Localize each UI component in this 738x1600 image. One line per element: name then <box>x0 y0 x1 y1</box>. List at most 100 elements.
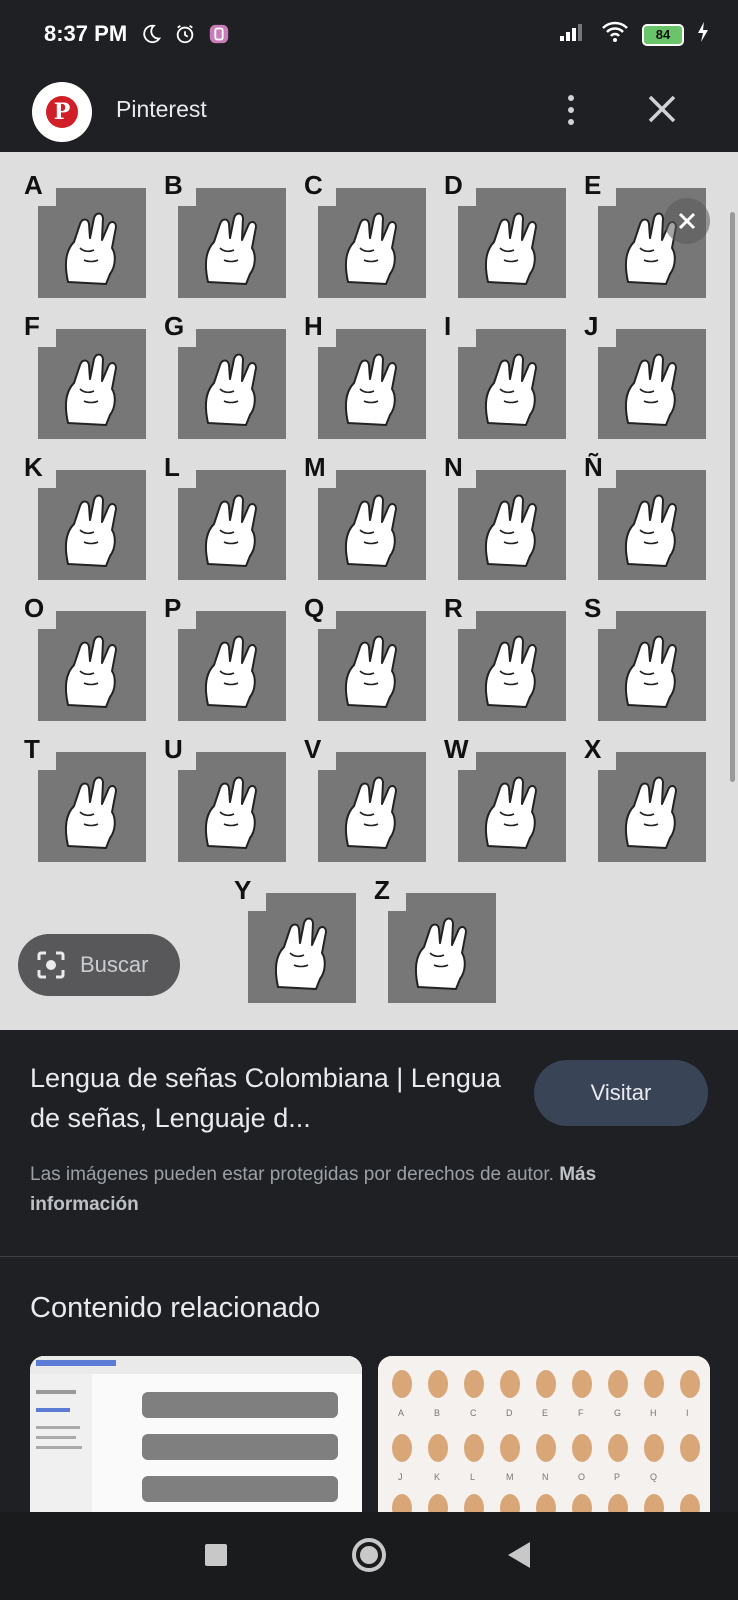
hand-sign-icon <box>610 486 694 570</box>
sign-letter: F <box>24 311 40 341</box>
lens-search-button[interactable]: Buscar <box>18 934 180 996</box>
copyright-notice: Las imágenes pueden estar protegidas por… <box>30 1160 710 1220</box>
svg-text:G: G <box>614 1408 621 1418</box>
sign-y: Y <box>230 875 356 1007</box>
related-content-title: Contenido relacionado <box>30 1292 321 1324</box>
related-card[interactable] <box>30 1356 362 1516</box>
sign-letter: Y <box>234 875 252 905</box>
signal-icon <box>558 21 588 48</box>
svg-text:M: M <box>506 1472 514 1482</box>
wifi-icon <box>600 20 630 49</box>
related-thumbnail <box>30 1356 362 1516</box>
pinterest-logo-letter: P <box>46 96 78 128</box>
close-icon <box>648 95 676 123</box>
hand-sign-icon <box>190 204 274 288</box>
svg-text:E: E <box>542 1408 548 1418</box>
visit-button[interactable]: Visitar <box>534 1060 708 1126</box>
copyright-text: Las imágenes pueden estar protegidas por… <box>30 1164 554 1185</box>
sign-letter: A <box>24 170 43 200</box>
sign-c: C <box>300 170 426 302</box>
pinterest-logo[interactable]: P <box>32 82 92 142</box>
sign-letter: P <box>164 593 182 623</box>
hand-sign-icon <box>610 345 694 429</box>
sign-letter: Ñ <box>584 452 603 482</box>
sign-letter: R <box>444 593 463 623</box>
hand-sign-icon <box>50 768 134 852</box>
hand-sign-icon <box>330 627 414 711</box>
svg-text:L: L <box>470 1472 475 1482</box>
lens-icon <box>37 951 65 979</box>
status-right-icons: 84 <box>558 20 710 49</box>
sign-d: D <box>440 170 566 302</box>
sign-u: U <box>160 734 286 866</box>
sign-letter: U <box>164 734 183 764</box>
sign-o: O <box>20 593 146 725</box>
source-name[interactable]: Pinterest <box>116 96 207 123</box>
sign-letter: T <box>24 734 40 764</box>
app-notification-icon <box>207 22 231 46</box>
more-options-button[interactable] <box>556 88 586 132</box>
hand-sign-icon <box>50 345 134 429</box>
sign-letter: D <box>444 170 463 200</box>
hand-sign-icon <box>610 627 694 711</box>
sign-letter: N <box>444 452 463 482</box>
image-scrollbar[interactable] <box>730 212 735 782</box>
hand-sign-icon <box>50 627 134 711</box>
hand-sign-icon <box>470 204 554 288</box>
hand-sign-icon <box>190 627 274 711</box>
status-time: 8:37 PM <box>44 21 128 46</box>
sign-letter: O <box>24 593 45 623</box>
sign-letter: S <box>584 593 602 623</box>
sign-letter: X <box>584 734 602 764</box>
sign-letter: H <box>304 311 323 341</box>
recents-button[interactable] <box>205 1544 227 1566</box>
svg-text:Q: Q <box>650 1472 657 1482</box>
hand-sign-icon <box>50 486 134 570</box>
sign-letter: L <box>164 452 180 482</box>
svg-text:P: P <box>614 1472 620 1482</box>
svg-text:H: H <box>650 1408 657 1418</box>
result-image[interactable]: A B C D E F G H I J K L M N Ñ O P Q R S T U V W X Y Z Buscar <box>0 152 738 1030</box>
viewer-header: P Pinterest <box>0 68 738 152</box>
svg-text:N: N <box>542 1472 549 1482</box>
sign-w: W <box>440 734 566 866</box>
svg-text:F: F <box>578 1408 584 1418</box>
related-card[interactable]: A B C D E F G H I J K L M N O P Q <box>378 1356 710 1516</box>
hand-sign-icon <box>190 345 274 429</box>
close-icon <box>678 212 696 230</box>
battery-indicator: 84 <box>642 23 684 46</box>
sign-r: R <box>440 593 566 725</box>
hand-sign-icon <box>470 768 554 852</box>
svg-text:K: K <box>434 1472 440 1482</box>
alarm-icon <box>173 22 197 46</box>
sign-ñ: Ñ <box>580 452 706 584</box>
hand-sign-icon <box>470 345 554 429</box>
sign-t: T <box>20 734 146 866</box>
hand-sign-icon <box>470 486 554 570</box>
back-button[interactable] <box>508 1542 530 1568</box>
home-icon <box>360 1546 378 1564</box>
sign-a: A <box>20 170 146 302</box>
svg-text:O: O <box>578 1472 585 1482</box>
sign-q: Q <box>300 593 426 725</box>
sign-letter: K <box>24 452 43 482</box>
sign-letter: E <box>584 170 602 200</box>
lens-search-label: Buscar <box>80 952 149 977</box>
hand-sign-icon <box>260 909 344 993</box>
sign-x: X <box>580 734 706 866</box>
image-close-button[interactable] <box>664 198 710 244</box>
svg-text:B: B <box>434 1408 440 1418</box>
result-info: Lengua de señas Colombiana | Lengua de s… <box>0 1030 738 1260</box>
close-button[interactable] <box>642 86 682 132</box>
sign-letter: G <box>164 311 185 341</box>
sign-letter: M <box>304 452 326 482</box>
status-notification-icons <box>139 22 231 46</box>
sign-letter: Z <box>374 875 390 905</box>
moon-icon <box>139 22 163 46</box>
sign-j: J <box>580 311 706 443</box>
more-vert-dot <box>568 119 574 125</box>
result-title[interactable]: Lengua de señas Colombiana | Lengua de s… <box>30 1058 510 1138</box>
sign-letter: B <box>164 170 183 200</box>
home-button[interactable] <box>352 1538 386 1572</box>
hand-sign-icon <box>330 204 414 288</box>
